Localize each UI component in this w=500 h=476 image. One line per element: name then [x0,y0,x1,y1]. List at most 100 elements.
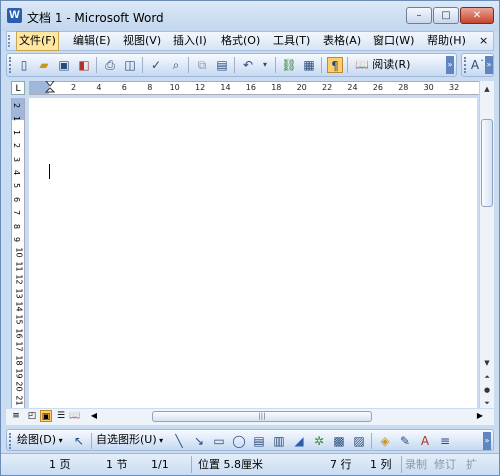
standard-toolbar: ▯ ▰ ▣ ◧ ⎙ ◫ ✓ ⌕ ⧉ ▤ ↶ ▾ ⛓ ▦ ¶ 📖 阅读(R) » [6,53,457,77]
hyperlink-icon[interactable]: ⛓ [281,57,297,73]
status-record[interactable]: 录制 [405,457,427,473]
autoshapes-menu-button[interactable]: 自选图形(U) ▾ [96,432,163,448]
vertical-ruler[interactable]: 2 1 1 2 3 4 5 6 7 8 9 10 11 12 13 14 15 16 17 18 19 20 21 [11,98,25,408]
ruler-number: 12 [14,274,24,285]
web-layout-icon[interactable]: ◰ [26,410,38,422]
reading-layout-icon[interactable]: 📖 [69,410,81,422]
picture-icon[interactable]: ▨ [351,433,367,449]
save-icon[interactable]: ▣ [56,57,72,73]
doc-close-icon[interactable]: × [477,32,490,50]
browse-object-icon[interactable]: ● [481,384,493,396]
next-page-icon[interactable]: ⏷ [481,397,493,409]
ruler-number: 16 [245,83,256,92]
status-divider [401,456,402,473]
scroll-left-icon[interactable]: ◀ [88,410,100,422]
line-color-icon[interactable]: ✎ [397,433,413,449]
font-size-icon[interactable]: A˙ [470,57,486,73]
read-button[interactable]: 📖 阅读(R) [353,56,412,74]
maximize-button[interactable]: □ [433,7,459,24]
word-app-icon[interactable]: W [7,8,22,23]
status-track-changes[interactable]: 修订 [434,457,456,473]
scroll-up-icon[interactable]: ▲ [481,83,493,95]
horizontal-scroll-thumb[interactable]: ||| [152,411,372,422]
font-color-icon[interactable]: A [417,433,433,449]
menu-table[interactable]: 表格(A) [321,32,363,50]
menu-help[interactable]: 帮助(H) [425,32,468,50]
diagram-icon[interactable]: ✲ [311,433,327,449]
spelling-icon[interactable]: ✓ [148,57,164,73]
status-position: 位置 5.8厘米 [198,458,263,471]
close-icon: ✕ [472,10,482,21]
open-folder-icon[interactable]: ▰ [36,57,52,73]
draw-menu-button[interactable]: 绘图(D) ▾ [17,432,63,448]
ruler-number: 21 [14,395,24,406]
menu-tools[interactable]: 工具(T) [271,32,312,50]
print-layout-icon[interactable]: ▣ [40,410,52,422]
ruler-number: 12 [195,83,206,92]
outline-view-icon[interactable]: ☰ [55,410,67,422]
normal-view-icon[interactable]: ≡ [10,410,22,422]
permission-icon[interactable]: ◧ [76,57,92,73]
ruler-number: 4 [96,83,102,92]
menu-file[interactable]: 文件(F) [16,31,59,51]
previous-page-icon[interactable]: ⏶ [481,371,493,383]
ruler-number: 14 [220,83,231,92]
ruler-number: 18 [14,355,24,366]
clip-art-icon[interactable]: ▩ [331,433,347,449]
minimize-button[interactable]: – [406,7,432,24]
vertical-scrollbar[interactable]: ▲ ▼ ⏶ ● ⏷ [479,81,494,408]
ruler-number: 18 [271,83,282,92]
wordart-icon[interactable]: ◢ [291,433,307,449]
menu-insert[interactable]: 插入(I) [171,32,209,50]
tab-selector[interactable]: L [11,81,25,95]
toolbar-options-icon[interactable]: » [485,56,493,74]
text-box-icon[interactable]: ▤ [251,433,267,449]
table-icon[interactable]: ▦ [301,57,317,73]
toolbar-separator [142,57,143,73]
menubar-grip[interactable] [8,35,13,47]
ruler-number: 17 [14,341,24,352]
status-column: 1 列 [370,458,392,471]
menu-window[interactable]: 窗口(W) [371,32,416,50]
status-extend[interactable]: 扩 [466,457,477,473]
research-icon[interactable]: ⌕ [168,57,184,73]
rectangle-icon[interactable]: ▭ [211,433,227,449]
toolbar-options-icon[interactable]: » [446,56,454,74]
new-document-icon[interactable]: ▯ [16,57,32,73]
toolbar-grip[interactable] [9,57,14,73]
scroll-down-icon[interactable]: ▼ [481,357,493,369]
menu-format[interactable]: 格式(O) [219,32,262,50]
line-icon[interactable]: ╲ [171,433,187,449]
indent-marker-icon[interactable] [45,81,55,95]
ruler-number: 2 [12,102,22,109]
minimize-icon: – [416,10,422,21]
print-icon[interactable]: ⎙ [102,57,118,73]
ruler-number: 28 [398,83,409,92]
arrow-icon[interactable]: ↘ [191,433,207,449]
toolbar-options-icon[interactable]: » [483,432,491,450]
fill-color-icon[interactable]: ◈ [377,433,393,449]
show-hide-icon[interactable]: ¶ [327,57,343,73]
toolbar-grip[interactable] [464,57,469,73]
paste-icon[interactable]: ▤ [214,57,230,73]
ruler-number: 3 [12,156,22,162]
ruler-number: 9 [12,236,22,243]
copy-icon: ⧉ [197,58,207,72]
undo-dropdown-icon[interactable]: ▾ [257,57,273,73]
undo-icon[interactable]: ↶ [240,57,256,73]
select-objects-icon[interactable]: ↖ [71,433,87,449]
close-button[interactable]: ✕ [460,7,494,24]
menu-edit[interactable]: 编辑(E) [71,32,113,50]
horizontal-ruler[interactable]: 2 4 6 8 10 12 14 16 18 20 22 24 26 28 30 32 [29,81,479,95]
print-preview-icon[interactable]: ◫ [122,57,138,73]
line-style-icon[interactable]: ≡ [437,433,453,449]
menu-view[interactable]: 视图(V) [121,32,163,50]
document-page[interactable] [29,98,477,408]
ruler-number: 10 [14,247,24,258]
scroll-right-icon[interactable]: ▶ [474,410,486,422]
vertical-text-box-icon[interactable]: ▥ [271,433,287,449]
toolbar-grip[interactable] [9,433,14,449]
oval-icon[interactable]: ◯ [231,433,247,449]
vertical-scroll-thumb[interactable] [481,119,493,207]
ruler-number: 26 [372,83,383,92]
